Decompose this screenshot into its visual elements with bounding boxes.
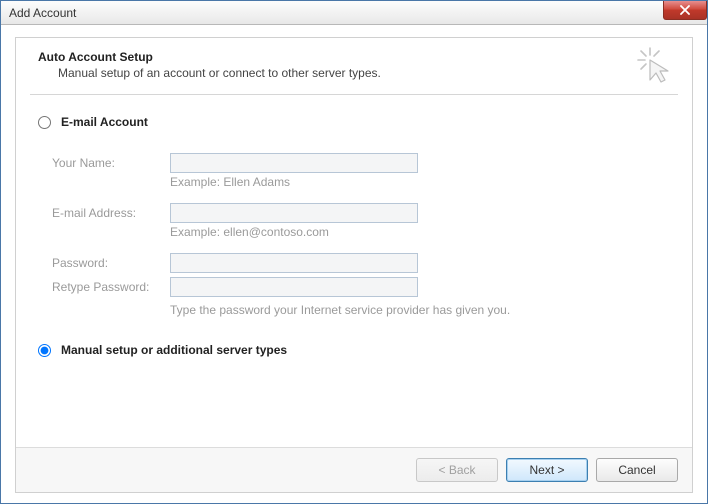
password-label: Password: bbox=[52, 256, 170, 270]
retype-password-label: Retype Password: bbox=[52, 280, 170, 294]
panel-body: E-mail Account Your Name: Example: Ellen… bbox=[16, 95, 692, 447]
radio-email-account[interactable] bbox=[38, 116, 51, 129]
radio-manual-setup-label: Manual setup or additional server types bbox=[61, 343, 287, 357]
radio-email-account-label: E-mail Account bbox=[61, 115, 148, 129]
window-title: Add Account bbox=[9, 6, 76, 20]
your-name-label: Your Name: bbox=[52, 156, 170, 170]
retype-password-input bbox=[170, 277, 418, 297]
panel-heading: Auto Account Setup bbox=[38, 50, 674, 64]
close-icon bbox=[679, 5, 691, 15]
password-hint: Type the password your Internet service … bbox=[170, 303, 670, 317]
back-button: < Back bbox=[416, 458, 498, 482]
email-input bbox=[170, 203, 418, 223]
panel-header: Auto Account Setup Manual setup of an ac… bbox=[16, 38, 692, 90]
option-manual-setup[interactable]: Manual setup or additional server types bbox=[38, 343, 670, 357]
radio-manual-setup[interactable] bbox=[38, 344, 51, 357]
content-area: Auto Account Setup Manual setup of an ac… bbox=[1, 25, 707, 503]
email-hint: Example: ellen@contoso.com bbox=[170, 225, 670, 239]
your-name-input bbox=[170, 153, 418, 173]
close-button[interactable] bbox=[663, 1, 707, 20]
button-bar: < Back Next > Cancel bbox=[16, 447, 692, 492]
wizard-panel: Auto Account Setup Manual setup of an ac… bbox=[15, 37, 693, 493]
option-email-account[interactable]: E-mail Account bbox=[38, 115, 670, 129]
cursor-click-icon bbox=[636, 46, 674, 84]
email-form: Your Name: Example: Ellen Adams E-mail A… bbox=[52, 153, 670, 317]
add-account-dialog: Add Account Auto Account Setup Manual se… bbox=[0, 0, 708, 504]
cancel-button[interactable]: Cancel bbox=[596, 458, 678, 482]
panel-subtext: Manual setup of an account or connect to… bbox=[58, 66, 674, 80]
titlebar: Add Account bbox=[1, 1, 707, 25]
your-name-hint: Example: Ellen Adams bbox=[170, 175, 670, 189]
next-button[interactable]: Next > bbox=[506, 458, 588, 482]
email-label: E-mail Address: bbox=[52, 206, 170, 220]
password-input bbox=[170, 253, 418, 273]
